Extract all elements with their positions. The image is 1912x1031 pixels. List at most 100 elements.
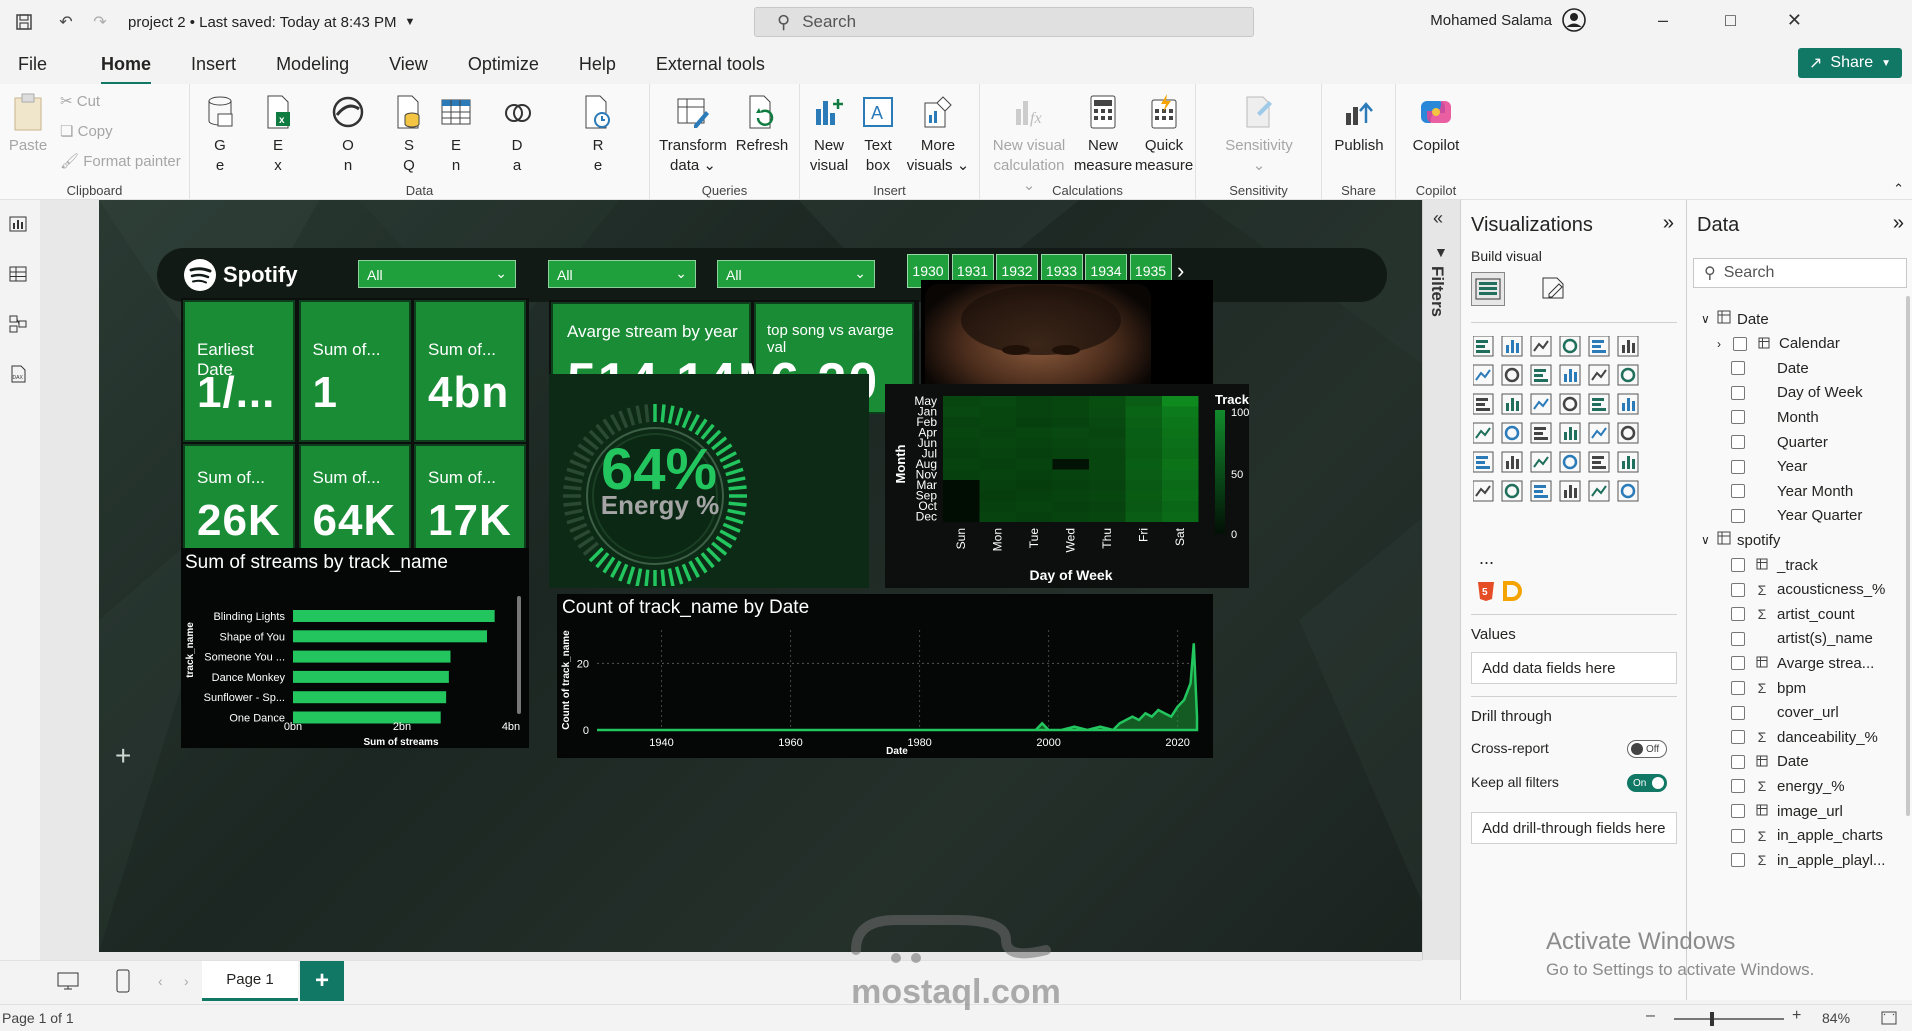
menu-insert[interactable]: Insert [181, 48, 246, 81]
chevron-down-icon[interactable]: ∨ [1701, 533, 1717, 547]
more-visuals-button[interactable]: More visuals ⌄ [902, 92, 974, 176]
close-icon[interactable]: ✕ [1787, 10, 1802, 31]
r-visual-visual-icon[interactable] [1617, 422, 1639, 444]
table-date[interactable]: ∨ Date [1701, 308, 1769, 330]
scatter-visual-icon[interactable] [1473, 480, 1494, 502]
field-date[interactable]: Date [1731, 751, 1809, 773]
menu-optimize[interactable]: Optimize [458, 48, 549, 81]
field-checkbox[interactable] [1731, 558, 1745, 572]
card-visual-icon[interactable] [1617, 393, 1639, 415]
new-visual-button[interactable]: New visual [804, 92, 854, 176]
field-checkbox[interactable] [1731, 582, 1745, 597]
field-checkbox[interactable] [1731, 631, 1745, 646]
field-checkbox[interactable] [1731, 656, 1745, 671]
field-year-quarter[interactable]: Year Quarter [1731, 505, 1862, 527]
excel-workbook-button[interactable]: xEx [244, 92, 312, 176]
field-checkbox[interactable] [1731, 779, 1745, 794]
field-checkbox[interactable] [1731, 459, 1745, 474]
field-bpm[interactable]: Σbpm [1731, 677, 1806, 699]
field-checkbox[interactable] [1731, 435, 1745, 449]
field-checkbox[interactable] [1731, 828, 1745, 843]
zoom-level[interactable]: 84% [1822, 1010, 1850, 1026]
redo-icon[interactable]: ↷ [90, 12, 110, 32]
kpi-card[interactable]: Sum of... 64K [298, 444, 411, 564]
clustered-bar-visual-icon[interactable] [1530, 336, 1552, 357]
user-name[interactable]: Mohamed Salama [1430, 12, 1552, 29]
waterfall-visual-icon[interactable] [1617, 364, 1639, 386]
field-checkbox[interactable] [1731, 804, 1745, 818]
slicer-dropdown-2[interactable]: All ⌄ [548, 260, 696, 288]
slicer-dropdown-3[interactable]: All ⌄ [717, 260, 875, 288]
data-pane-scrollbar[interactable] [1906, 296, 1910, 816]
field-image-url[interactable]: image_url [1731, 800, 1843, 822]
field-checkbox[interactable] [1731, 705, 1745, 720]
get-data-button[interactable]: Ge [198, 92, 242, 176]
field-danceability[interactable]: Σdanceability_% [1731, 726, 1878, 748]
map-visual-icon[interactable] [1501, 393, 1523, 415]
field-date[interactable]: Date [1731, 357, 1809, 379]
new-visual-calculation-button[interactable]: fx New visual calculation ⌄ [986, 92, 1072, 196]
qa-visual-icon[interactable] [1559, 451, 1581, 473]
values-drop-zone[interactable]: Add data fields here [1471, 652, 1677, 684]
field-cover-url[interactable]: cover_url [1731, 702, 1839, 724]
collapse-pane-icon[interactable]: » [1893, 212, 1904, 235]
data-search-input[interactable]: ⚲ Search [1693, 258, 1907, 288]
menu-home[interactable]: Home [91, 48, 161, 85]
chevron-down-icon[interactable]: ▼ [404, 16, 415, 28]
more-visuals-ellipsis[interactable]: ... [1479, 548, 1494, 569]
matrix-visual-icon[interactable] [1559, 422, 1581, 444]
recent-sources-button[interactable]: Re [556, 92, 640, 176]
arcgis-visual-icon[interactable] [1588, 480, 1610, 502]
field-artist-count[interactable]: Σartist_count [1731, 603, 1855, 625]
field-quarter[interactable]: Quarter [1731, 431, 1828, 453]
field-artist-s-name[interactable]: artist(s)_name [1731, 628, 1873, 650]
model-view-icon[interactable] [8, 314, 30, 336]
area-chart[interactable]: 0 20 1940 1960 1980 2000 2020 Date Count of trac… [557, 620, 1213, 758]
onelake-data-hub-button[interactable]: On [312, 92, 384, 176]
kpi-card[interactable]: Sum of... 26K [183, 444, 295, 564]
menu-file[interactable]: File [8, 48, 57, 81]
html-visual-icon[interactable]: 5 [1475, 580, 1497, 602]
narrative-visual-icon[interactable] [1588, 451, 1610, 473]
field-energy[interactable]: Σenergy_% [1731, 775, 1845, 797]
100-bar-visual-icon[interactable] [1588, 336, 1610, 357]
field-day-of-week[interactable]: Day of Week [1731, 382, 1863, 404]
table-view-icon[interactable] [8, 264, 30, 286]
paste-button[interactable]: Paste [6, 92, 50, 156]
field-avarge-strea[interactable]: Avarge strea... [1731, 652, 1874, 674]
menu-view[interactable]: View [379, 48, 438, 81]
field-checkbox[interactable] [1731, 361, 1745, 376]
copy-button[interactable]: ❏ Copy [60, 122, 113, 140]
field-in-apple-charts[interactable]: Σin_apple_charts [1731, 825, 1883, 847]
funnel-visual-icon[interactable] [1559, 480, 1581, 502]
slicer-visual-icon[interactable] [1530, 422, 1552, 444]
field-acousticness[interactable]: Σacousticness_% [1731, 579, 1885, 601]
minimize-icon[interactable]: – [1658, 10, 1668, 31]
enter-data-button[interactable]: En [434, 92, 478, 176]
cut-button[interactable]: ✂ Cut [60, 92, 100, 110]
mobile-layout-icon[interactable] [116, 969, 130, 998]
pie-visual-icon[interactable] [1501, 480, 1523, 502]
field-checkbox[interactable] [1731, 754, 1745, 769]
chevron-down-icon[interactable]: ∨ [1701, 312, 1717, 326]
field-calendar[interactable]: › Calendar [1717, 333, 1840, 355]
gauge-visual-icon[interactable] [1588, 393, 1610, 415]
new-measure-button[interactable]: New measure [1072, 92, 1134, 176]
menu-modeling[interactable]: Modeling [266, 48, 359, 81]
format-visual-tab-icon[interactable] [1539, 274, 1567, 307]
refresh-button[interactable]: Refresh [732, 92, 792, 156]
zoom-in-icon[interactable]: + [1792, 1007, 1801, 1025]
field-checkbox[interactable] [1733, 336, 1747, 351]
field-checkbox[interactable] [1731, 385, 1745, 400]
report-view-icon[interactable] [8, 214, 30, 236]
kpi-card[interactable]: Sum of... 1 [298, 300, 411, 442]
sensitivity-button[interactable]: Sensitivity ⌄ [1214, 92, 1304, 176]
100-column-visual-icon[interactable] [1617, 336, 1639, 357]
filled-map-visual-icon[interactable] [1530, 393, 1552, 415]
azure-map-visual-icon[interactable] [1559, 393, 1581, 415]
field-track[interactable]: _track [1731, 554, 1818, 576]
collapse-ribbon-icon[interactable]: ⌃ [1893, 181, 1904, 197]
transform-data-button[interactable]: Transform data ⌄ [656, 92, 730, 176]
table-visual-icon[interactable] [1473, 422, 1494, 444]
text-box-button[interactable]: A Text box [856, 92, 900, 176]
